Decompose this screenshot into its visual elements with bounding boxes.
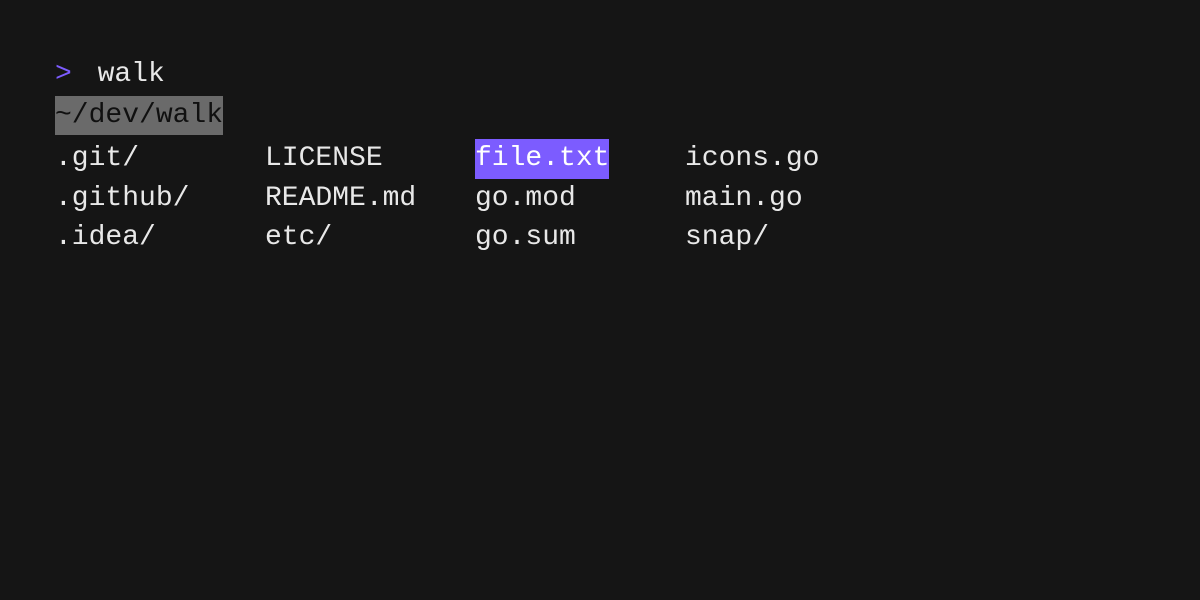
file-entry[interactable]: icons.go <box>685 139 895 178</box>
cwd-line: ~/dev/walk <box>55 94 1145 135</box>
prompt-line: > walk <box>55 55 1145 94</box>
file-entry-selected[interactable]: file.txt <box>475 139 609 178</box>
file-entry[interactable]: LICENSE <box>265 139 475 178</box>
file-entry[interactable]: .git/ <box>55 139 265 178</box>
file-listing: .git/ .github/ .idea/ LICENSE README.md … <box>55 139 1145 257</box>
file-entry[interactable]: go.mod <box>475 179 685 218</box>
prompt-symbol: > <box>55 59 72 90</box>
command-text: walk <box>98 59 165 90</box>
file-column: LICENSE README.md etc/ <box>265 139 475 257</box>
file-entry[interactable]: .idea/ <box>55 218 265 257</box>
file-entry[interactable]: snap/ <box>685 218 895 257</box>
file-entry[interactable]: main.go <box>685 179 895 218</box>
file-entry[interactable]: go.sum <box>475 218 685 257</box>
file-entry[interactable]: README.md <box>265 179 475 218</box>
prompt-command: walk <box>81 59 165 90</box>
file-column: .git/ .github/ .idea/ <box>55 139 265 257</box>
file-column: file.txt go.mod go.sum <box>475 139 685 257</box>
file-column: icons.go main.go snap/ <box>685 139 895 257</box>
file-entry[interactable]: etc/ <box>265 218 475 257</box>
file-entry[interactable]: .github/ <box>55 179 265 218</box>
current-directory: ~/dev/walk <box>55 96 223 135</box>
